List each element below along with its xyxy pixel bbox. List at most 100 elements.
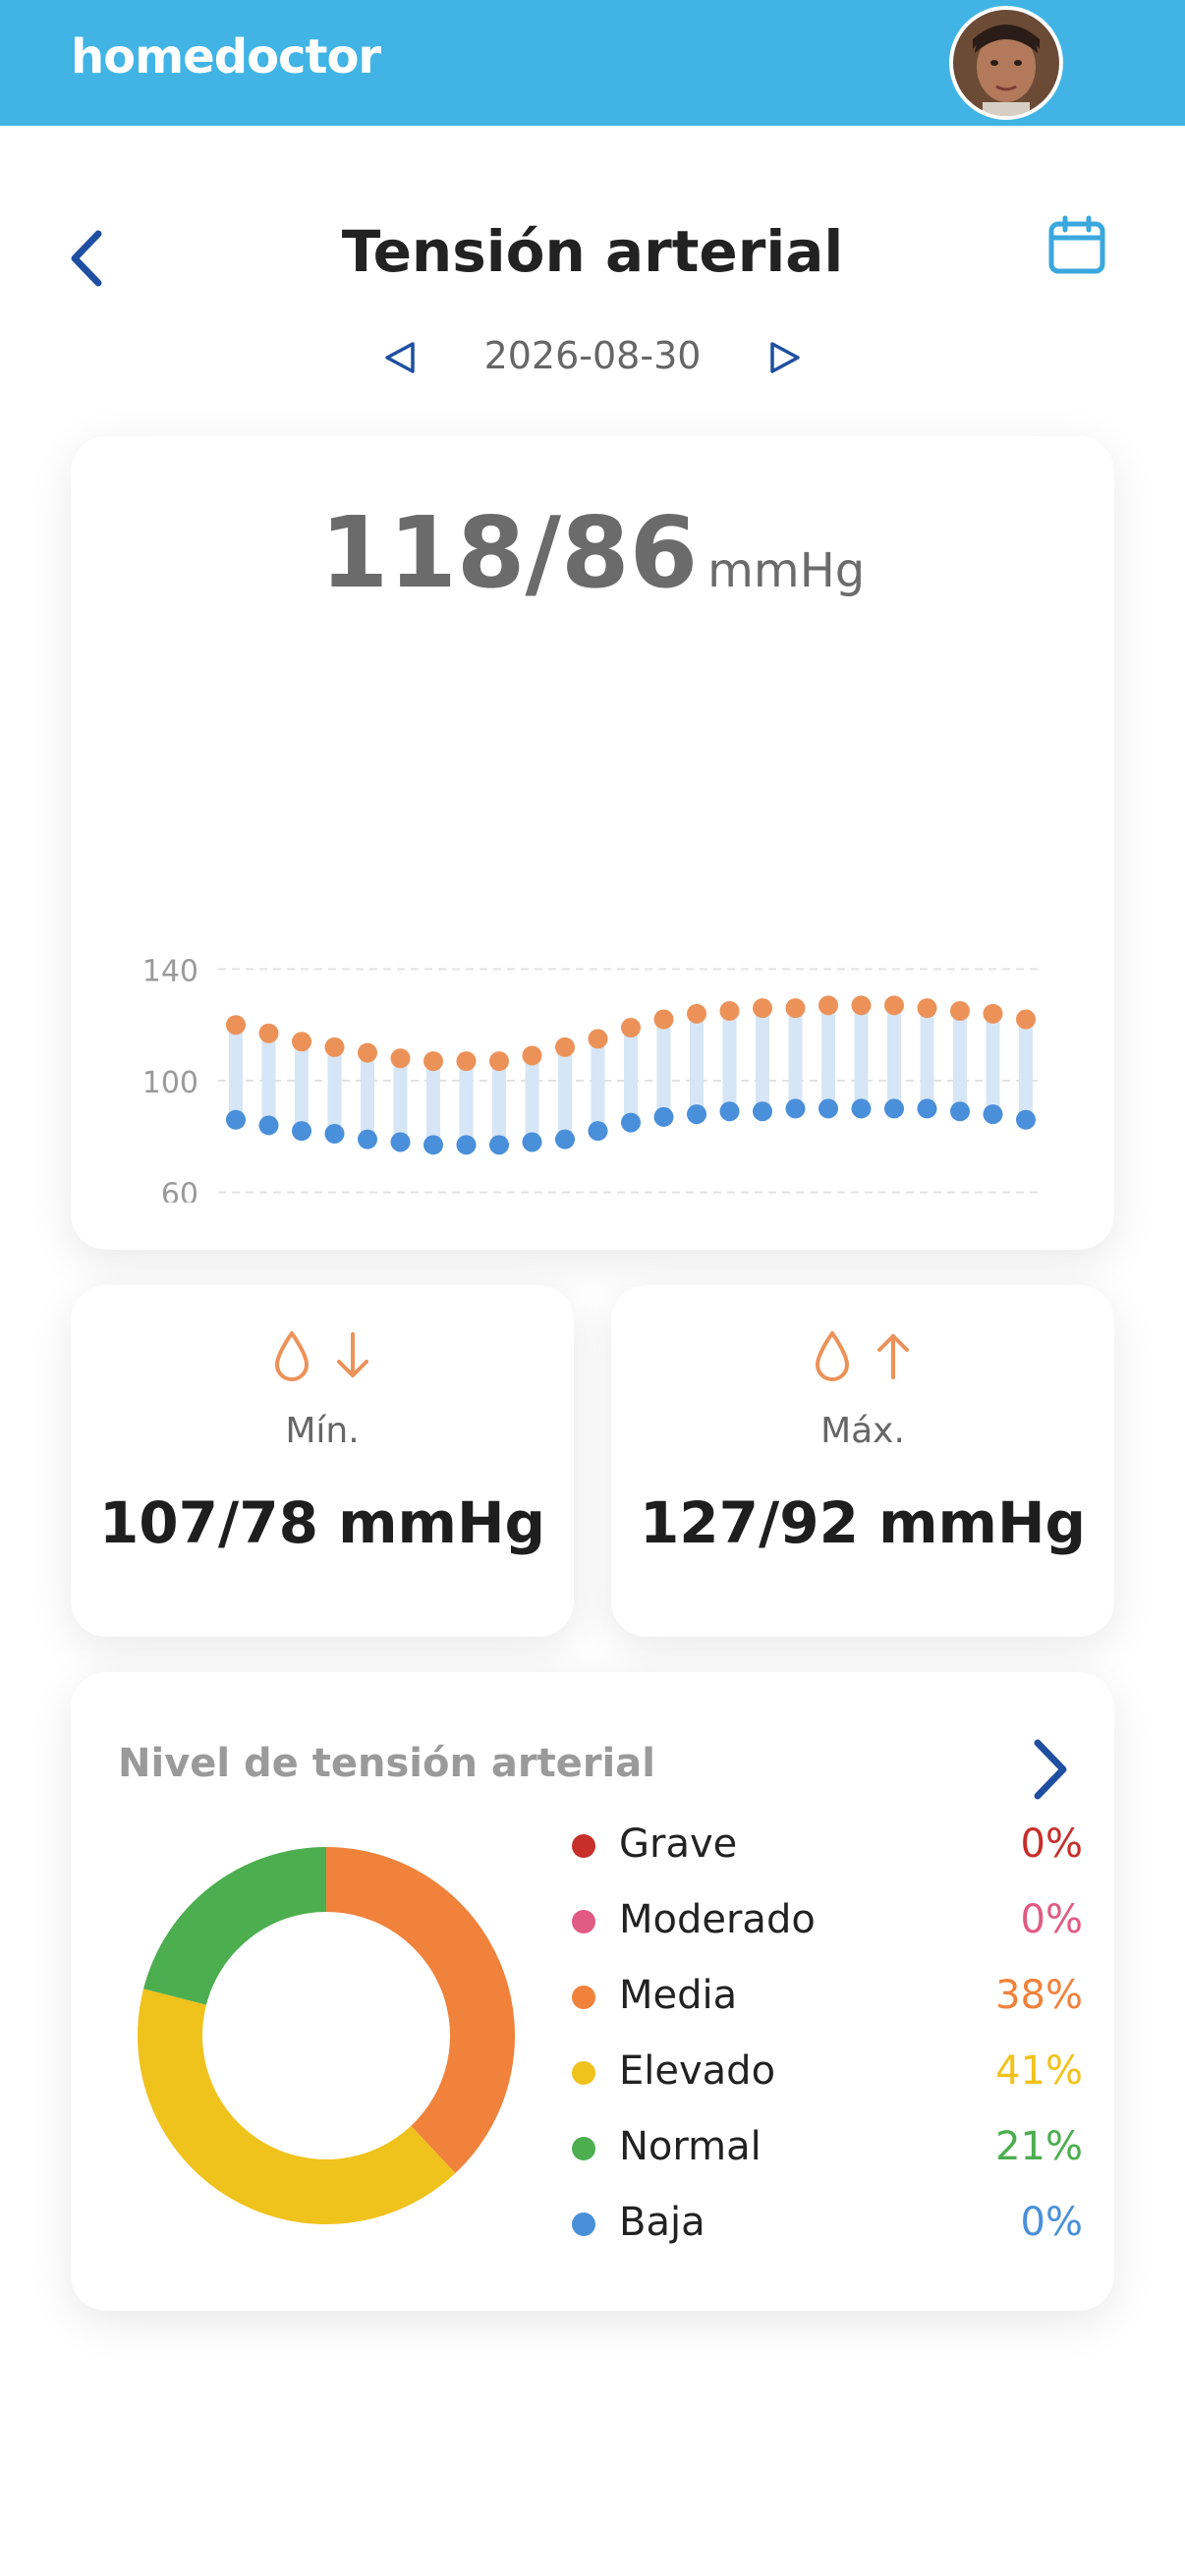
arrow-up-icon bbox=[876, 1334, 909, 1379]
legend-item: Grave 0% bbox=[572, 1810, 1083, 1885]
triangle-right-icon bbox=[770, 342, 800, 373]
systolic-point bbox=[292, 1032, 311, 1052]
y-tick-label: 100 bbox=[142, 1066, 198, 1100]
range-bar bbox=[788, 1008, 803, 1109]
diastolic-point bbox=[324, 1123, 345, 1144]
legend-percent: 0% bbox=[1020, 1821, 1083, 1867]
legend-label: Media bbox=[619, 1973, 738, 2018]
blood-pressure-chart-card: 118/86mmHg 1401006006121824 bbox=[71, 436, 1114, 1250]
systolic-point bbox=[588, 1029, 608, 1049]
range-bar bbox=[986, 1013, 1000, 1115]
triangle-left-icon bbox=[385, 342, 415, 373]
range-bar bbox=[525, 1055, 539, 1143]
diastolic-point bbox=[818, 1098, 838, 1119]
drop-icon bbox=[816, 1331, 850, 1381]
calendar-button[interactable] bbox=[1045, 214, 1108, 277]
diastolic-point bbox=[226, 1109, 246, 1130]
diastolic-point bbox=[950, 1101, 970, 1122]
current-date: 2026-08-30 bbox=[483, 334, 702, 377]
systolic-point bbox=[390, 1048, 411, 1069]
next-date-button[interactable] bbox=[762, 336, 806, 379]
avatar-portrait bbox=[953, 10, 1059, 116]
systolic-point bbox=[324, 1036, 345, 1057]
legend-label: Moderado bbox=[619, 1897, 816, 1942]
systolic-point bbox=[423, 1051, 443, 1072]
systolic-point bbox=[1016, 1009, 1036, 1030]
max-icons bbox=[611, 1328, 1114, 1397]
range-bar bbox=[327, 1046, 342, 1134]
level-legend: Grave 0% Moderado 0% Media 38% Elevado 41% Norma… bbox=[572, 1810, 1083, 2264]
diastolic-point bbox=[423, 1135, 443, 1155]
avatar[interactable] bbox=[949, 6, 1063, 120]
range-bar bbox=[887, 1005, 901, 1109]
systolic-point bbox=[226, 1015, 246, 1036]
legend-percent: 0% bbox=[1020, 1897, 1083, 1942]
diastolic-point bbox=[358, 1129, 377, 1149]
range-bar bbox=[229, 1025, 243, 1120]
legend-label: Baja bbox=[619, 2200, 705, 2245]
blood-pressure-chart: 1401006006121824 bbox=[142, 954, 1044, 1203]
diastolic-point bbox=[719, 1101, 740, 1122]
systolic-point bbox=[621, 1018, 641, 1038]
legend-percent: 41% bbox=[995, 2048, 1083, 2094]
reading-value: 118/86 bbox=[319, 495, 699, 610]
previous-date-button[interactable] bbox=[379, 336, 423, 379]
legend-percent: 0% bbox=[1020, 2200, 1083, 2245]
brand-logo: homedoctor bbox=[71, 29, 381, 84]
range-bar bbox=[295, 1041, 309, 1132]
level-details-button[interactable] bbox=[1020, 1735, 1079, 1804]
blood-pressure-level-card[interactable]: Nivel de tensión arterial Grave 0% Moderad… bbox=[71, 1672, 1114, 2311]
max-label: Máx. bbox=[820, 1411, 905, 1451]
diastolic-point bbox=[456, 1135, 477, 1155]
legend-percent: 38% bbox=[995, 1973, 1083, 2018]
systolic-point bbox=[258, 1023, 279, 1043]
legend-dot bbox=[572, 1834, 595, 1858]
range-bar bbox=[722, 1011, 737, 1112]
systolic-point bbox=[719, 1001, 740, 1021]
legend-label: Grave bbox=[619, 1821, 738, 1867]
level-title: Nivel de tensión arterial bbox=[118, 1741, 655, 1786]
reading-unit: mmHg bbox=[707, 543, 866, 598]
diastolic-point bbox=[917, 1098, 937, 1119]
legend-label: Elevado bbox=[619, 2048, 776, 2094]
arrow-down-icon bbox=[336, 1332, 368, 1377]
systolic-point bbox=[983, 1003, 1003, 1024]
systolic-point bbox=[456, 1051, 477, 1072]
diastolic-point bbox=[621, 1112, 641, 1133]
systolic-point bbox=[818, 995, 838, 1016]
legend-item: Media 38% bbox=[572, 1961, 1083, 2037]
range-bar bbox=[558, 1046, 572, 1140]
min-label: Mín. bbox=[285, 1411, 360, 1451]
range-bar bbox=[624, 1028, 638, 1123]
diastolic-point bbox=[258, 1115, 279, 1136]
range-bar bbox=[361, 1052, 374, 1140]
diastolic-point bbox=[588, 1121, 608, 1142]
range-bar bbox=[459, 1061, 474, 1146]
legend-item: Moderado 0% bbox=[572, 1885, 1083, 1961]
systolic-point bbox=[489, 1051, 509, 1072]
range-bar bbox=[393, 1058, 408, 1143]
level-donut-chart bbox=[137, 1847, 516, 2224]
range-bar bbox=[756, 1008, 769, 1112]
drop-icon bbox=[275, 1331, 310, 1381]
calendar-icon bbox=[1048, 215, 1105, 274]
legend-dot bbox=[572, 2137, 595, 2160]
diastolic-point bbox=[983, 1104, 1003, 1125]
range-bar bbox=[492, 1061, 506, 1146]
legend-label: Normal bbox=[619, 2124, 762, 2169]
systolic-point bbox=[917, 998, 937, 1019]
systolic-point bbox=[653, 1009, 674, 1030]
app-header-bar: homedoctor bbox=[0, 0, 1185, 126]
range-bar bbox=[656, 1019, 671, 1117]
donut-slice-media bbox=[326, 1847, 516, 2173]
diastolic-point bbox=[489, 1135, 509, 1155]
range-bar bbox=[854, 1005, 869, 1109]
diastolic-point bbox=[555, 1129, 575, 1149]
diastolic-point bbox=[522, 1132, 542, 1152]
legend-dot bbox=[572, 1986, 595, 2009]
donut-slice-elevado bbox=[137, 1988, 456, 2224]
date-selector: 2026-08-30 bbox=[0, 330, 1185, 389]
range-bar bbox=[953, 1011, 967, 1112]
max-value: 127/92 mmHg bbox=[639, 1489, 1087, 1556]
systolic-point bbox=[851, 995, 872, 1016]
